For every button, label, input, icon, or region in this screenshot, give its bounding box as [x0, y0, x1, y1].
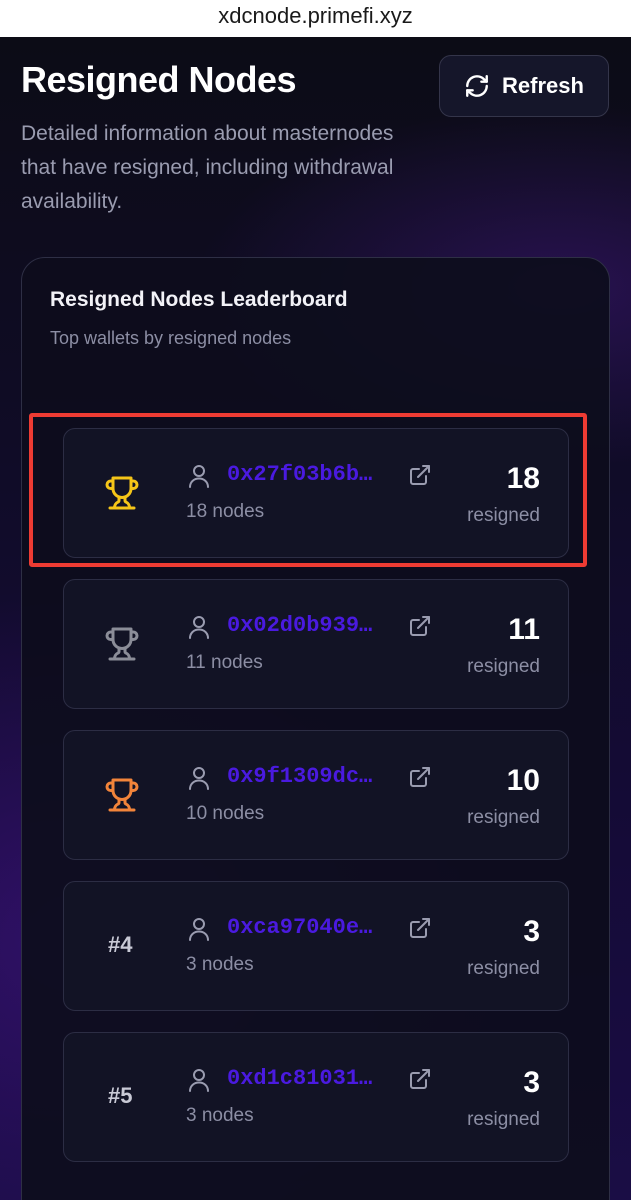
user-icon [189, 1069, 209, 1092]
leaderboard-row[interactable]: 0x02d0b939… 11 nodes 11 resigned [63, 579, 569, 709]
external-link-icon[interactable] [408, 1067, 432, 1091]
leaderboard-row[interactable]: 0x9f1309dc… 10 nodes 10 resigned [63, 730, 569, 860]
resigned-label: resigned [467, 505, 540, 526]
external-link-icon[interactable] [408, 614, 432, 638]
wallet-address-link[interactable]: 0x9f1309dc… [227, 764, 372, 789]
external-link-icon[interactable] [408, 463, 432, 487]
rank-number: #4 [108, 932, 133, 957]
user-icon [189, 616, 209, 639]
resigned-count: 3 [523, 915, 540, 948]
node-count: 10 nodes [186, 803, 265, 824]
trophy-gold-icon [105, 476, 139, 510]
refresh-label: Refresh [502, 73, 584, 98]
refresh-button[interactable]: Refresh [439, 55, 609, 117]
browser-url-bar[interactable]: xdcnode.primefi.xyz [0, 0, 631, 37]
resigned-label: resigned [467, 656, 540, 677]
resigned-count: 18 [506, 462, 540, 495]
external-link-icon[interactable] [408, 765, 432, 789]
trophy-bronze-icon [105, 778, 139, 812]
url-text: xdcnode.primefi.xyz [218, 2, 413, 28]
node-count: 11 nodes [186, 652, 263, 673]
leaderboard-row[interactable]: 0x27f03b6b… 18 nodes 18 resigned [63, 428, 569, 558]
node-count: 3 nodes [186, 1105, 254, 1126]
wallet-address-link[interactable]: 0xca97040e… [227, 915, 372, 940]
user-icon [189, 465, 209, 488]
leaderboard-subtitle: Top wallets by resigned nodes [50, 328, 292, 348]
page-description: Detailed information about masternodes t… [21, 122, 394, 213]
resigned-label: resigned [467, 807, 540, 828]
resigned-count: 11 [508, 613, 540, 646]
page-title: Resigned Nodes [21, 59, 297, 100]
wallet-address-link[interactable]: 0x27f03b6b… [227, 462, 372, 487]
external-link-icon[interactable] [408, 916, 432, 940]
leaderboard-row[interactable]: #5 0xd1c81031… 3 nodes 3 resigned [63, 1032, 569, 1162]
refresh-icon [466, 75, 488, 97]
resigned-count: 3 [523, 1066, 540, 1099]
resigned-label: resigned [467, 958, 540, 979]
page: Resigned Nodes Refresh Detailed informat… [0, 37, 631, 1200]
wallet-address-link[interactable]: 0x02d0b939… [227, 613, 372, 638]
resigned-count: 10 [506, 764, 540, 797]
leaderboard-card: Resigned Nodes Leaderboard Top wallets b… [21, 257, 610, 1200]
trophy-silver-icon [105, 627, 139, 661]
user-icon [189, 918, 209, 941]
wallet-address-link[interactable]: 0xd1c81031… [227, 1066, 372, 1091]
node-count: 18 nodes [186, 501, 265, 522]
leaderboard-title: Resigned Nodes Leaderboard [50, 288, 348, 311]
node-count: 3 nodes [186, 954, 254, 975]
resigned-label: resigned [467, 1109, 540, 1130]
leaderboard-row[interactable]: #4 0xca97040e… 3 nodes 3 resigned [63, 881, 569, 1011]
user-icon [189, 767, 209, 790]
rank-number: #5 [108, 1083, 133, 1108]
